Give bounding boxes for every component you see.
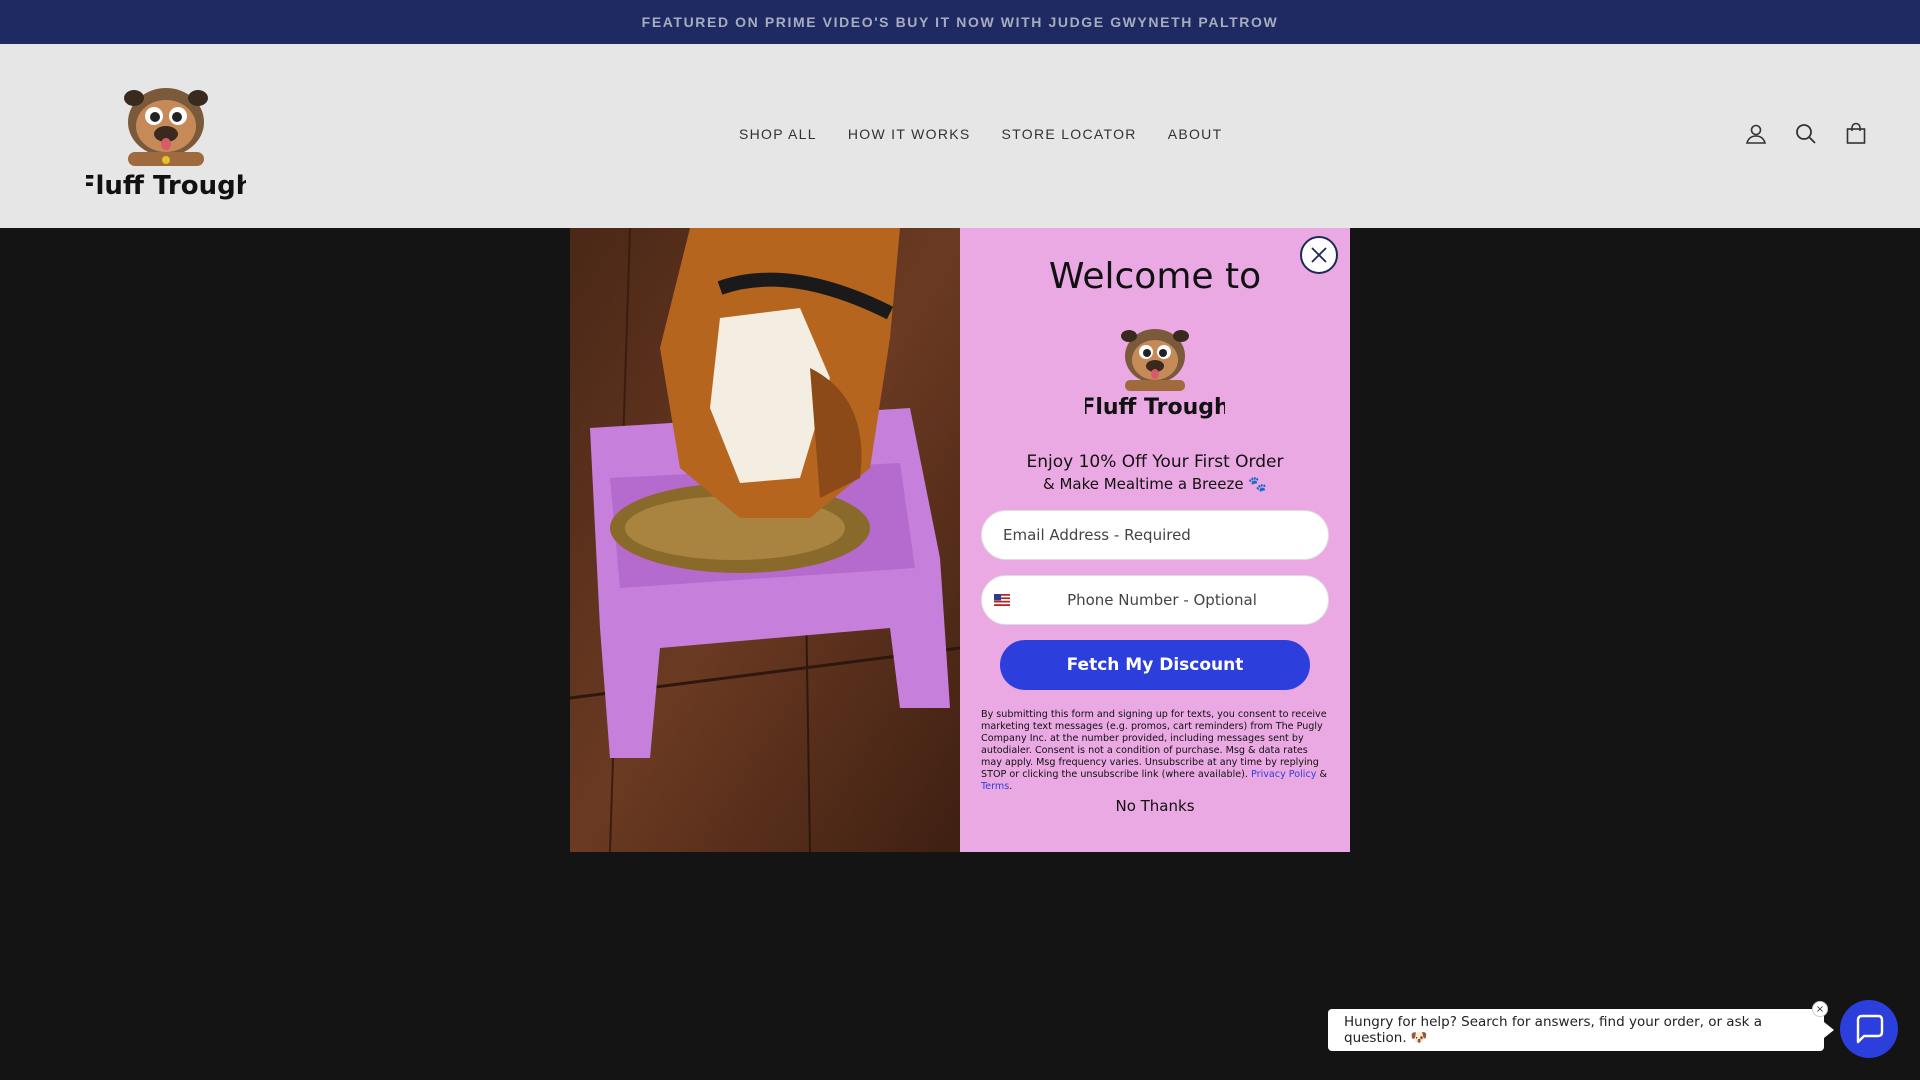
site-header: Fluff Trough SHOP ALL HOW IT WORKS STORE… (0, 44, 1920, 228)
email-field[interactable]: Email Address - Required (981, 510, 1329, 560)
header-icons (1744, 122, 1868, 146)
legal-period: . (1009, 781, 1013, 792)
welcome-heading: Welcome to (1048, 256, 1262, 297)
svg-text:Fluff Trough: Fluff Trough (86, 171, 246, 201)
svg-text:Fluff Trough: Fluff Trough (1085, 395, 1225, 420)
signup-form: Welcome to Fluff Trough Enjoy 10% Off Yo… (960, 228, 1350, 852)
site-logo[interactable]: Fluff Trough (78, 64, 254, 204)
offer-subline: & Make Mealtime a Breeze 🐾 (1042, 475, 1268, 493)
account-icon[interactable] (1744, 122, 1768, 146)
chat-prompt-text: Hungry for help? Search for answers, fin… (1344, 1014, 1762, 1046)
legal-disclaimer: By submitting this form and signing up f… (981, 709, 1329, 793)
chat-dismiss-button[interactable]: × (1812, 1001, 1828, 1017)
cart-icon[interactable] (1844, 122, 1868, 146)
discount-popup: Welcome to Fluff Trough Enjoy 10% Off Yo… (570, 228, 1350, 852)
no-thanks-link[interactable]: No Thanks (960, 797, 1350, 815)
offer-headline: Enjoy 10% Off Your First Order (1026, 452, 1284, 472)
nav-about[interactable]: ABOUT (1168, 126, 1223, 142)
legal-ampersand: & (1319, 769, 1327, 780)
announcement-bar: FEATURED ON PRIME VIDEO'S BUY IT NOW WIT… (0, 0, 1920, 44)
terms-link[interactable]: Terms (981, 781, 1009, 792)
chat-icon (1856, 1014, 1884, 1044)
main-nav: SHOP ALL HOW IT WORKS STORE LOCATOR ABOU… (739, 126, 1222, 142)
privacy-policy-link[interactable]: Privacy Policy (1251, 769, 1316, 780)
chat-launcher-button[interactable] (1840, 1000, 1898, 1058)
fetch-discount-button[interactable]: Fetch My Discount (1000, 640, 1310, 690)
nav-how-it-works[interactable]: HOW IT WORKS (848, 126, 971, 142)
chat-prompt-bubble[interactable]: Hungry for help? Search for answers, fin… (1328, 1009, 1834, 1051)
popup-logo: Fluff Trough (1080, 314, 1230, 424)
phone-field[interactable]: Phone Number - Optional (981, 575, 1329, 625)
announcement-text: FEATURED ON PRIME VIDEO'S BUY IT NOW WIT… (641, 14, 1279, 30)
phone-placeholder: Phone Number - Optional (1067, 591, 1257, 609)
email-placeholder: Email Address - Required (1003, 526, 1191, 544)
search-icon[interactable] (1794, 122, 1818, 146)
dog-eating-photo (570, 228, 960, 852)
nav-store-locator[interactable]: STORE LOCATOR (1002, 126, 1137, 142)
nav-shop-all[interactable]: SHOP ALL (739, 126, 817, 142)
